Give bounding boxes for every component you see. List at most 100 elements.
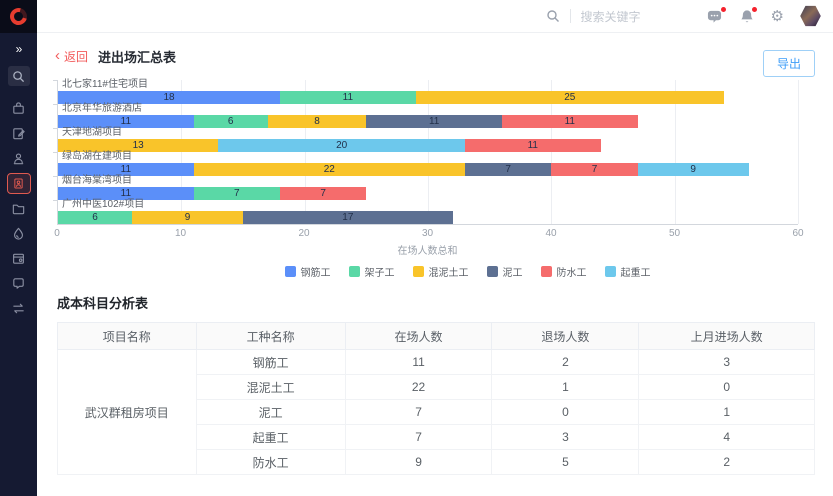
- legend-item-防水工[interactable]: 防水工: [541, 264, 587, 279]
- x-tick-label: 20: [298, 228, 309, 239]
- legend-item-架子工[interactable]: 架子工: [349, 264, 395, 279]
- bar-segment-架子工[interactable]: 7: [194, 187, 280, 200]
- sidebar-item-message[interactable]: [0, 271, 37, 296]
- bar-segment-架子工[interactable]: 11: [280, 91, 416, 104]
- table-header-row: 项目名称 工种名称 在场人数 退场人数 上月进场人数: [58, 323, 815, 350]
- legend-item-钢筋工[interactable]: 钢筋工: [285, 264, 331, 279]
- export-button[interactable]: 导出: [763, 50, 815, 77]
- cell-entered-last-month: 4: [639, 425, 815, 450]
- bar-segment-起重工[interactable]: 20: [218, 139, 465, 152]
- gear-icon: ⚙: [771, 9, 784, 24]
- header-search[interactable]: 搜索关键字: [546, 8, 641, 25]
- legend-label: 混泥土工: [429, 264, 469, 279]
- cell-on-site: 7: [345, 400, 492, 425]
- legend-label: 泥工: [503, 264, 523, 279]
- legend-swatch: [487, 266, 498, 277]
- cell-entered-last-month: 0: [639, 375, 815, 400]
- bar-segment-防水工[interactable]: 11: [502, 115, 638, 128]
- sidebar-item-worker-roster[interactable]: [0, 171, 37, 196]
- cell-on-site: 22: [345, 375, 492, 400]
- chat-icon: [11, 276, 26, 291]
- bar-segment-混泥土工[interactable]: 25: [416, 91, 724, 104]
- cell-job: 混泥土工: [196, 375, 345, 400]
- legend-item-起重工[interactable]: 起重工: [605, 264, 651, 279]
- chart-category-label: 广州中医102#项目: [58, 200, 798, 210]
- stacked-bar: 1177: [58, 187, 798, 200]
- sidebar-item-water[interactable]: [0, 221, 37, 246]
- sidebar-item-building[interactable]: [0, 96, 37, 121]
- app-logo[interactable]: [0, 0, 37, 33]
- sidebar-collapse-icon[interactable]: »: [0, 42, 37, 56]
- x-tick-label: 50: [669, 228, 680, 239]
- messages-button[interactable]: [706, 9, 723, 24]
- bar-segment-防水工[interactable]: 7: [551, 163, 637, 176]
- sidebar-item-folder[interactable]: [0, 196, 37, 221]
- legend-label: 起重工: [621, 264, 651, 279]
- bar-segment-泥工[interactable]: 7: [465, 163, 551, 176]
- gridline: [798, 80, 799, 224]
- search-icon: [12, 70, 25, 83]
- x-tick-label: 0: [54, 228, 60, 239]
- sidebar-item-user[interactable]: [0, 146, 37, 171]
- cell-on-site: 11: [345, 350, 492, 375]
- chart-rows: 北七家11#住宅项目181125北京年华旅游酒店11681111天津地湖项目13…: [58, 80, 798, 224]
- cell-exited: 5: [492, 450, 639, 475]
- chart-category-label: 烟台海棠湾项目: [58, 176, 798, 186]
- bar-segment-架子工[interactable]: 6: [194, 115, 268, 128]
- user-avatar[interactable]: [800, 5, 821, 27]
- cell-entered-last-month: 2: [639, 450, 815, 475]
- chart-category-row: 北七家11#住宅项目181125: [58, 80, 798, 104]
- bar-segment-混泥土工[interactable]: 9: [132, 211, 243, 224]
- settings-button[interactable]: ⚙: [771, 9, 784, 24]
- bar-segment-混泥土工[interactable]: 22: [194, 163, 465, 176]
- stacked-bar: 181125: [58, 91, 798, 104]
- bar-segment-起重工[interactable]: 9: [638, 163, 749, 176]
- back-link[interactable]: 返回: [64, 48, 88, 65]
- chart-category-row: 绿岛湖在建项目1122779: [58, 152, 798, 176]
- stacked-bar: 11681111: [58, 115, 798, 128]
- chart-category-row: 天津地湖项目132011: [58, 128, 798, 152]
- bar-segment-混泥土工[interactable]: 8: [268, 115, 367, 128]
- cell-on-site: 7: [345, 425, 492, 450]
- bar-segment-防水工[interactable]: 7: [280, 187, 366, 200]
- chart-category-row: 烟台海棠湾项目1177: [58, 176, 798, 200]
- col-header-job: 工种名称: [196, 323, 345, 350]
- legend-swatch: [541, 266, 552, 277]
- legend-label: 防水工: [557, 264, 587, 279]
- chart-category-label: 北七家11#住宅项目: [58, 80, 798, 90]
- active-highlight: [7, 173, 31, 194]
- message-icon: [706, 9, 723, 24]
- bar-segment-泥工[interactable]: 11: [366, 115, 502, 128]
- user-icon: [11, 151, 26, 166]
- legend-item-混泥土工[interactable]: 混泥土工: [413, 264, 469, 279]
- legend-item-泥工[interactable]: 泥工: [487, 264, 523, 279]
- water-drop-icon: [11, 226, 26, 241]
- bar-segment-架子工[interactable]: 6: [58, 211, 132, 224]
- sidebar-item-document[interactable]: [0, 121, 37, 146]
- chart-category-label: 绿岛湖在建项目: [58, 152, 798, 162]
- cell-exited: 0: [492, 400, 639, 425]
- transfer-icon: [11, 301, 26, 316]
- legend-swatch: [285, 266, 296, 277]
- x-axis-title: 在场人数总和: [57, 242, 798, 257]
- col-header-entered-last-month: 上月进场人数: [639, 323, 815, 350]
- cell-project-name: 武汉群租房项目: [58, 350, 197, 475]
- bell-icon: [740, 9, 754, 24]
- cell-job: 防水工: [196, 450, 345, 475]
- sidebar-item-schedule[interactable]: [0, 246, 37, 271]
- cell-job: 起重工: [196, 425, 345, 450]
- col-header-project: 项目名称: [58, 323, 197, 350]
- x-tick-label: 10: [175, 228, 186, 239]
- sidebar-search-button[interactable]: [8, 66, 30, 86]
- bar-segment-泥工[interactable]: 17: [243, 211, 453, 224]
- cell-entered-last-month: 3: [639, 350, 815, 375]
- bar-segment-防水工[interactable]: 11: [465, 139, 601, 152]
- notifications-button[interactable]: [740, 9, 754, 24]
- legend-swatch: [605, 266, 616, 277]
- chart-category-row: 广州中医102#项目6917: [58, 200, 798, 224]
- table-title: 成本科目分析表: [57, 293, 815, 312]
- x-axis-ticks: 0102030405060: [57, 228, 798, 240]
- back-chevron-icon[interactable]: ‹: [55, 50, 60, 62]
- search-placeholder[interactable]: 搜索关键字: [581, 8, 641, 25]
- sidebar-item-transfer[interactable]: [0, 296, 37, 321]
